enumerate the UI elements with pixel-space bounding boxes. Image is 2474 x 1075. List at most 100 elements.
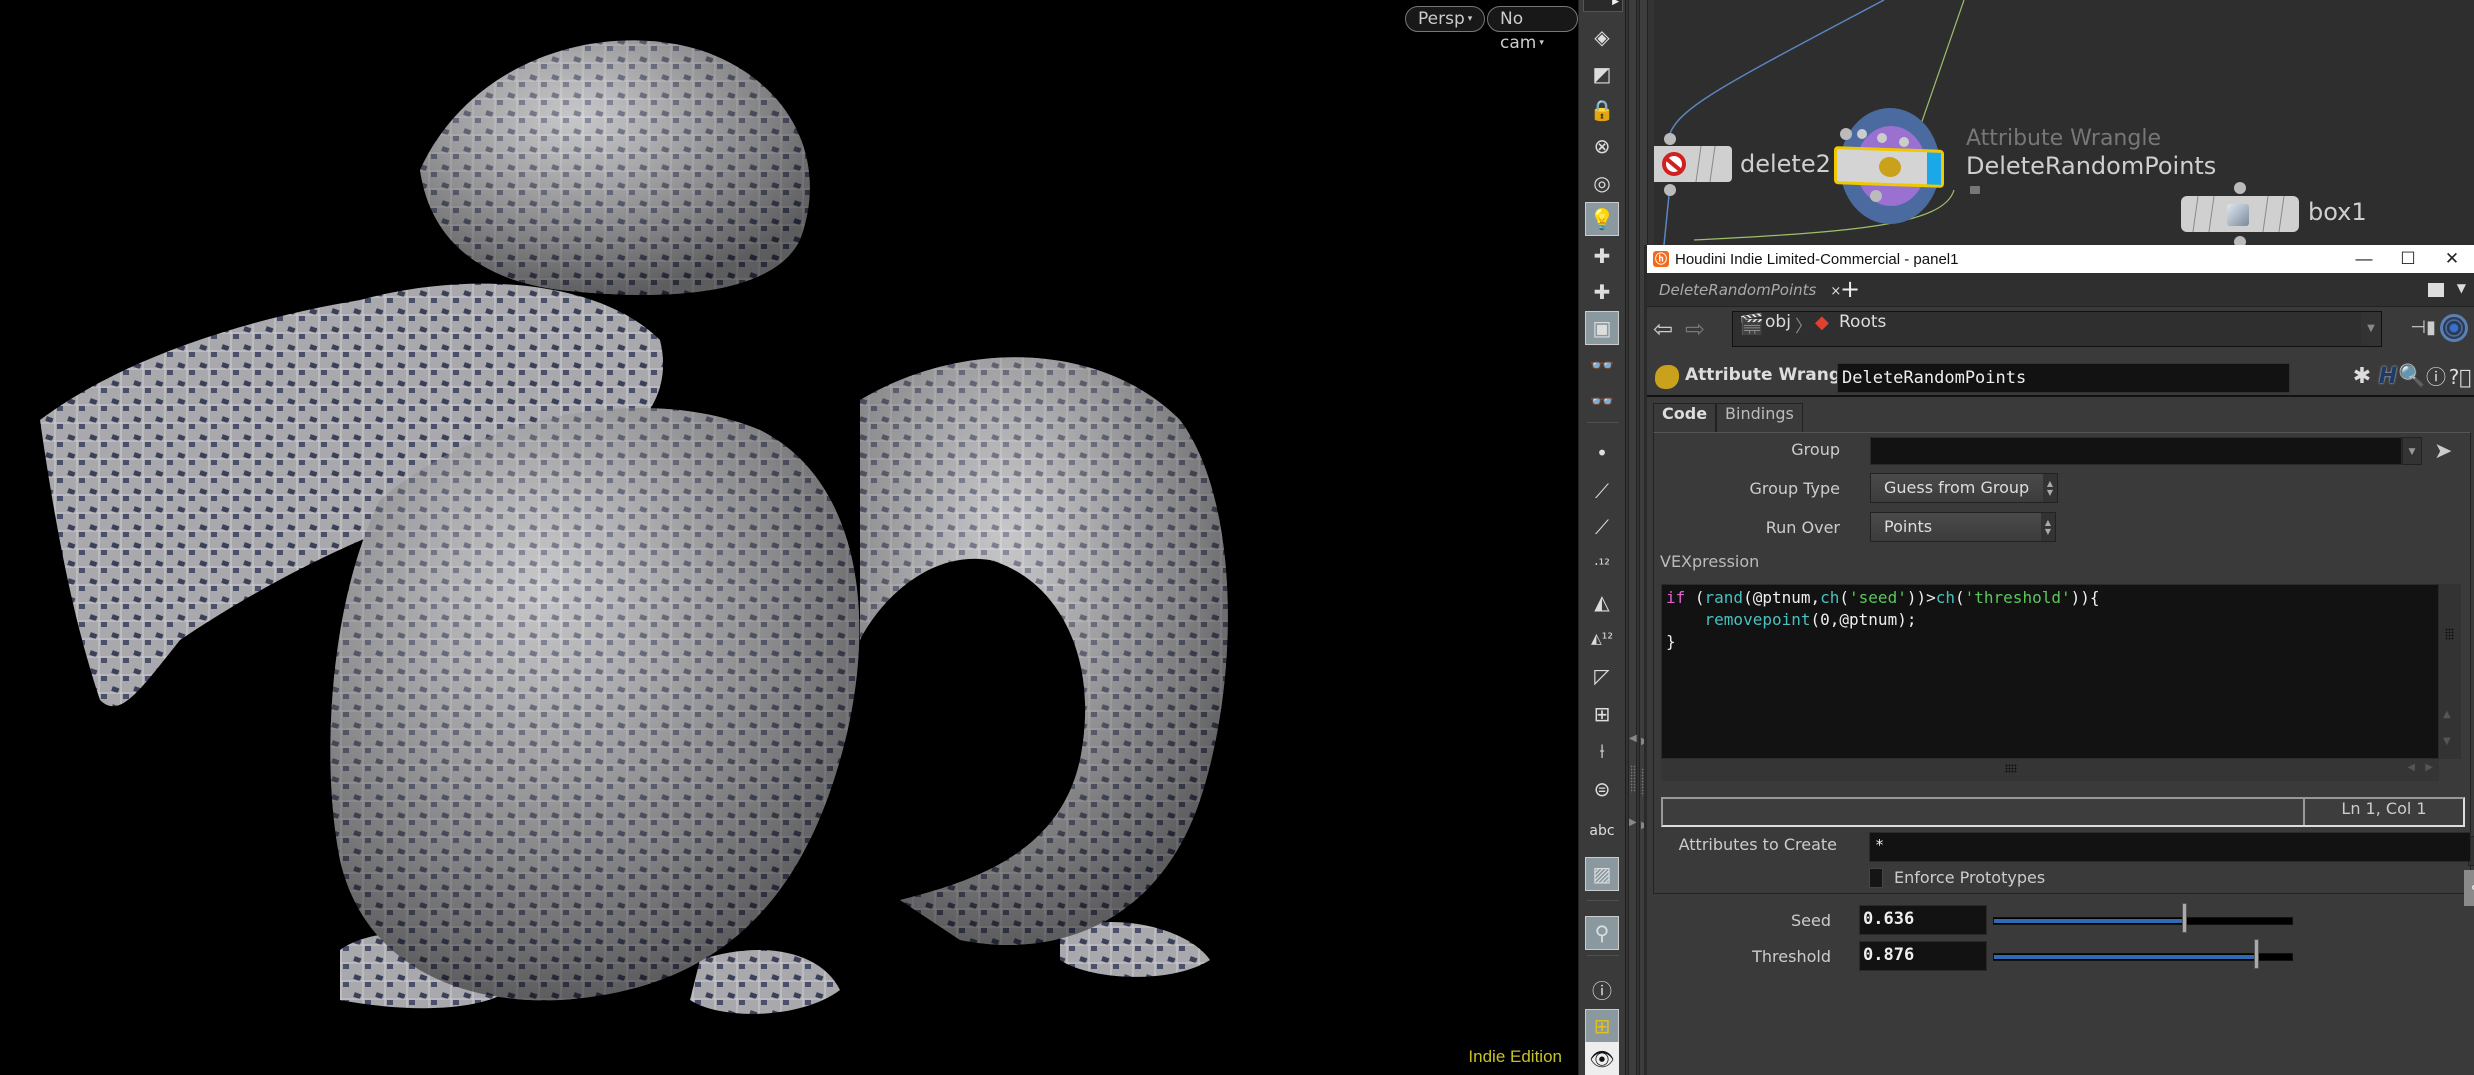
tab-bindings[interactable]: Bindings [1716, 403, 1803, 433]
primitive-numbers-icon[interactable]: ◭¹² [1585, 622, 1619, 656]
vexpression-label: VEXpression [1660, 552, 1760, 571]
node-delete2[interactable] [1654, 146, 1732, 182]
threshold-field[interactable]: 0.876 [1859, 941, 1987, 971]
pane-layout-icon[interactable] [2428, 283, 2444, 297]
snapping-icon[interactable]: ◩ [1585, 57, 1619, 91]
background-image-icon[interactable]: ⊜ [1585, 772, 1619, 806]
primitive-normals-icon[interactable]: ◭ [1585, 585, 1619, 619]
node-input-dot[interactable] [1899, 137, 1909, 147]
group-field[interactable] [1870, 437, 2402, 465]
wrangle-operator-icon[interactable] [1655, 365, 1679, 389]
scroll-up-icon[interactable]: ▲ [2443, 709, 2451, 720]
toolbar-collapse-tab[interactable] [1583, 0, 1623, 12]
node-deleterandompoints[interactable] [1834, 146, 1944, 188]
node-output-dot[interactable] [1664, 184, 1676, 196]
help-icon[interactable]: ?⃝ [2446, 363, 2474, 391]
attributes-to-create-field[interactable]: * [1869, 832, 2471, 862]
seed-slider-handle[interactable] [2181, 903, 2187, 933]
grid-icon[interactable]: ⊞ [1585, 1009, 1619, 1043]
node-box1[interactable] [2181, 196, 2299, 232]
chevron-down-icon[interactable]: ▼ [2457, 281, 2466, 295]
maximize-button[interactable]: ☐ [2386, 245, 2430, 273]
info-icon[interactable]: ⓘ [1585, 972, 1619, 1006]
splitter-grip-icon[interactable] [1630, 765, 1636, 793]
chevron-down-icon[interactable]: ▼ [2361, 312, 2381, 346]
gear-icon[interactable]: ✱ [2348, 363, 2376, 391]
view-menu-button[interactable]: Persp ▾ [1405, 6, 1486, 32]
point-normals-icon[interactable]: ⟋ [1585, 474, 1619, 508]
expand-right-arrow-icon[interactable]: ▶ [1629, 817, 1637, 828]
camera-menu-button[interactable]: No cam ▾ [1487, 6, 1578, 53]
node-name-field[interactable]: DeleteRandomPoints [1837, 363, 2290, 393]
vex-code-editor[interactable]: if (rand(@ptnum,ch('seed'))>ch('threshol… [1661, 584, 2439, 759]
code-horizontal-scrollbar[interactable]: ◀ ▶ [1661, 759, 2439, 781]
tab-code[interactable]: Code [1653, 403, 1717, 433]
dragon-mesh [40, 40, 1228, 1014]
uv-display-icon[interactable]: ⊞ [1585, 697, 1619, 731]
display-options-icon[interactable]: ◈ [1585, 20, 1619, 54]
group-type-menu[interactable]: Guess from Group ▲ ▼ [1870, 473, 2058, 503]
no-lights-icon[interactable]: ⊗ [1585, 129, 1619, 163]
code-vertical-scrollbar[interactable]: ▲ ▼ [2439, 584, 2461, 759]
scene-viewport[interactable]: Persp ▾ No cam ▾ Indie Edition [0, 0, 1578, 1075]
scroll-down-icon[interactable]: ▼ [2443, 736, 2451, 747]
seed-field[interactable]: 0.636 [1859, 905, 1987, 935]
point-display-icon[interactable]: • [1585, 436, 1619, 470]
high-quality-lighting-icon[interactable]: ✚ [1585, 239, 1619, 273]
tab-deleterandompoints[interactable]: DeleteRandomPoints × [1651, 275, 1849, 305]
stereo-camera-icon[interactable]: 👓 [1585, 384, 1619, 418]
point-trails-icon[interactable]: ⟋ [1585, 510, 1619, 544]
text-annotation-icon[interactable]: abc [1585, 814, 1619, 848]
add-tab-button[interactable]: + [1840, 273, 1860, 305]
back-arrow-icon[interactable]: ⇦ [1653, 315, 1673, 343]
node-input-dot[interactable] [1857, 129, 1867, 139]
breadcrumb-obj[interactable]: obj [1765, 312, 1791, 346]
link-target-icon[interactable] [2440, 314, 2468, 342]
select-from-viewport-arrow-icon[interactable]: ➤ [2434, 439, 2452, 464]
node-input-dot[interactable] [2234, 182, 2246, 194]
normal-lighting-icon[interactable]: 💡 [1585, 202, 1619, 236]
seed-slider[interactable] [1993, 903, 2293, 933]
forward-arrow-icon[interactable]: ⇨ [1685, 315, 1705, 343]
scroll-right-icon[interactable]: ▶ [2425, 762, 2433, 773]
node-input-dot[interactable] [1877, 133, 1887, 143]
threshold-slider[interactable] [1993, 939, 2293, 969]
toolbar-separator [1587, 422, 1619, 423]
window-titlebar[interactable]: ⓗ Houdini Indie Limited-Commercial - pan… [1647, 245, 2474, 273]
marker-pin-icon[interactable]: ⚲ [1585, 916, 1619, 950]
scrollbar-grip-icon [2445, 628, 2454, 640]
run-over-menu[interactable]: Points ▲ ▼ [1870, 512, 2056, 542]
pin-icon[interactable]: ⊣▮ [2410, 317, 2436, 338]
node-type-label: Attribute Wrangle [1966, 126, 2161, 151]
chevron-down-icon: ▾ [1539, 38, 1544, 48]
node-output-dot[interactable] [2234, 236, 2246, 245]
create-spare-parameters-button[interactable]: ⊶ [2464, 870, 2474, 906]
enforce-prototypes-checkbox[interactable] [1869, 868, 1883, 888]
reference-image-icon[interactable]: ▨ [1585, 857, 1619, 891]
scroll-left-icon[interactable]: ◀ [2407, 762, 2415, 773]
hull-display-icon[interactable]: ◸ [1585, 659, 1619, 693]
collapse-left-arrow-icon[interactable]: ◀ [1629, 733, 1637, 744]
node-output-dot[interactable] [1870, 190, 1882, 202]
minimize-button[interactable]: — [2342, 245, 2386, 273]
threshold-slider-fill [1994, 955, 2257, 959]
wrangle-node-icon [1879, 156, 1901, 178]
vertex-display-icon[interactable]: ⟊ [1585, 734, 1619, 768]
close-button[interactable]: ✕ [2430, 245, 2474, 273]
seed-label: Seed [1791, 911, 1831, 930]
visibility-eye-icon[interactable]: 👁 [1585, 1042, 1619, 1075]
ambient-occlusion-icon[interactable]: ▣ [1585, 311, 1619, 345]
headlight-icon[interactable]: ◎ [1585, 166, 1619, 200]
lock-icon[interactable]: 🔒 [1585, 93, 1619, 127]
point-numbers-icon[interactable]: ·¹² [1585, 548, 1619, 582]
threshold-slider-handle[interactable] [2253, 939, 2259, 969]
shadows-icon[interactable]: ✚ [1585, 275, 1619, 309]
node-input-dot[interactable] [1664, 133, 1676, 145]
stereo-glasses-icon[interactable]: 👓 [1585, 348, 1619, 382]
display-flag[interactable] [1927, 152, 1941, 185]
group-dropdown-button[interactable]: ▼ [2402, 437, 2422, 465]
node-input-dot[interactable] [1840, 128, 1852, 140]
network-editor[interactable]: delete2 Attribute Wrangle DeleteRandomPo… [1654, 0, 2474, 245]
breadcrumb-roots[interactable]: Roots [1839, 312, 1886, 346]
path-breadcrumb[interactable]: 🎬 obj 〉 ◆ Roots ▼ [1732, 311, 2382, 347]
